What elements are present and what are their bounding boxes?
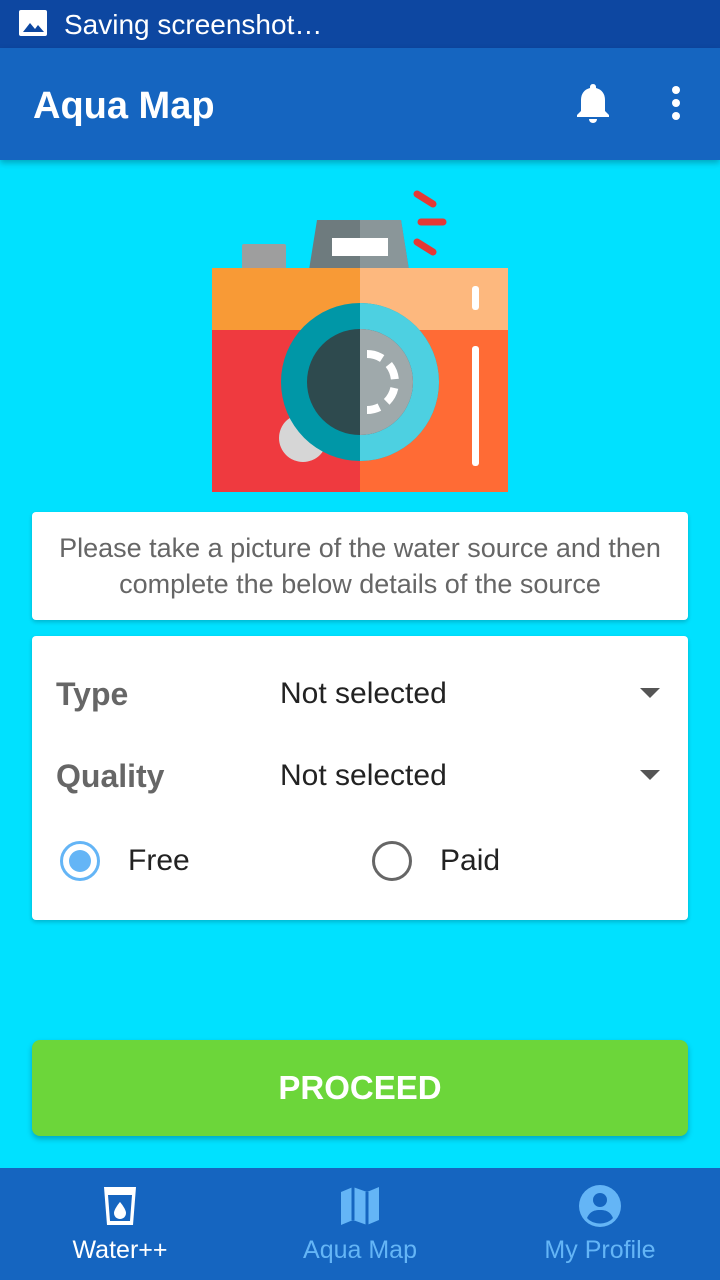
nav-item-aqua-map[interactable]: Aqua Map [240,1168,480,1280]
status-text: Saving screenshot… [64,9,323,40]
details-form-card: Type Not selected Quality Not selected F… [32,636,688,920]
image-icon [19,10,47,36]
free-radio-button[interactable] [60,841,100,881]
nav-label-aqua-map: Aqua Map [303,1236,417,1264]
notifications-button[interactable] [568,78,618,128]
camera-illustration[interactable] [205,188,515,498]
type-dropdown[interactable]: Not selected [280,666,664,722]
bottom-navigation: Water++ Aqua Map My Profile [0,1168,720,1280]
more-options-button[interactable] [656,78,696,128]
quality-selected-value: Not selected [280,759,447,792]
status-bar: Saving screenshot… [0,0,720,48]
dropdown-arrow-icon [640,688,660,698]
bell-icon [577,84,609,123]
nav-item-water[interactable]: Water++ [0,1168,240,1280]
paid-radio-button[interactable] [372,841,412,881]
app-bar: Aqua Map [0,48,720,160]
nav-label-my-profile: My Profile [544,1236,656,1264]
free-radio-option[interactable]: Free [60,838,190,884]
water-glass-icon [104,1187,136,1225]
type-selected-value: Not selected [280,677,447,710]
instruction-card: Please take a picture of the water sourc… [32,512,688,620]
map-icon [341,1187,379,1225]
type-label: Type [56,676,129,712]
account-icon [579,1185,621,1227]
more-vert-icon [672,86,680,120]
instruction-text: Please take a picture of the water sourc… [59,533,661,599]
paid-radio-option[interactable]: Paid [372,838,500,884]
quality-dropdown[interactable]: Not selected [280,748,664,804]
quality-label: Quality [56,758,165,794]
free-radio-label[interactable]: Free [128,841,190,881]
paid-radio-label[interactable]: Paid [440,841,500,881]
dropdown-arrow-icon [640,770,660,780]
proceed-button[interactable]: PROCEED [32,1040,688,1136]
nav-label-water: Water++ [72,1236,168,1264]
nav-item-my-profile[interactable]: My Profile [480,1168,720,1280]
app-title: Aqua Map [33,85,215,127]
